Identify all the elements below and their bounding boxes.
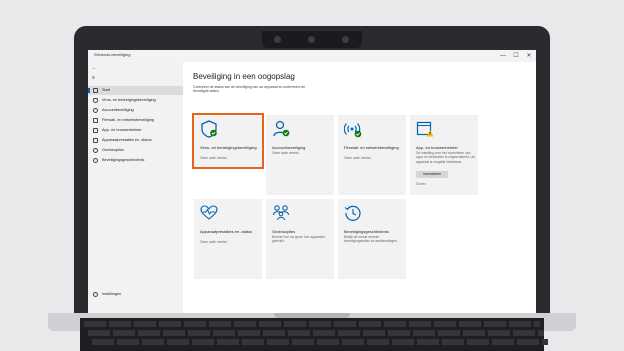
shield-icon [201,120,217,138]
sidebar-item-device[interactable]: Apparaatprestaties en -status [88,136,183,145]
sidebar-item-label: Firewall- en netwerkbeveiliging [102,118,154,122]
app-browser-icon [416,121,434,137]
tile-title: Firewall- en netwerkbeveiliging [344,145,399,150]
tile-title: Accountbeveiliging [272,145,306,150]
family-icon [93,148,98,153]
sidebar-item-start[interactable]: Start [88,86,183,95]
main-content: Beveiliging in een oogopslag Controleer … [183,62,536,313]
screen: Windows-beveiliging — ☐ ✕ ← ≡ Start Viru… [88,50,536,313]
key-row [88,330,544,336]
key-row [84,321,540,327]
tile-title: Virus- en bedreigingsbeveiliging [200,145,257,150]
shield-icon [93,98,98,103]
laptop-icon [93,138,98,143]
sidebar: ← ≡ Start Virus- en bedreigingsbeveiligi… [88,62,183,313]
sidebar-item-label: App- en browserbeheer [102,128,142,132]
history-icon [344,205,361,221]
tile-protection-history[interactable]: Beveiligingsgeschiedenis Bekijk de meest… [338,199,406,279]
heart-pulse-icon [200,205,218,220]
wifi-antenna-icon [93,118,98,123]
person-icon [273,120,290,137]
sidebar-item-account[interactable]: Accountbeveiliging [88,106,183,115]
sidebar-item-settings[interactable]: Instellingen [88,290,183,299]
back-arrow-icon[interactable]: ← [92,65,97,71]
key-row [92,339,548,345]
tile-account-protection[interactable]: Accountbeveiliging Geen actie vereist. [266,115,334,195]
tile-status: Geen actie vereist. [200,240,228,244]
camera-lens-icon [308,36,315,43]
camera-sensor-icon [274,36,281,43]
tile-virus-protection[interactable]: Virus- en bedreigingsbeveiliging Geen ac… [192,113,264,169]
sidebar-item-label: Apparaatprestaties en -status [102,138,152,142]
page-title: Beveiliging in een oogopslag [193,72,295,81]
minimize-button[interactable]: — [498,51,508,61]
sidebar-item-label: Beveiligingsgeschiedenis [102,158,145,162]
webcam-bar [262,31,362,48]
sidebar-item-firewall[interactable]: Firewall- en netwerkbeveiliging [88,116,183,125]
sidebar-item-app-browser[interactable]: App- en browserbeheer [88,126,183,135]
sidebar-item-history[interactable]: Beveiligingsgeschiedenis [88,156,183,165]
app-browser-icon [93,128,98,133]
tile-status: Geen actie vereist. [344,156,372,160]
tile-title: App- en browserbeheer [416,145,458,150]
close-button[interactable]: ✕ [524,51,534,61]
gear-icon [93,292,98,297]
tile-title: Gezinsopties [272,229,296,234]
sidebar-item-label: Start [102,88,111,92]
tile-app-browser[interactable]: App- en browserbeheer De instelling voor… [410,115,478,195]
family-icon [272,205,290,221]
window-titlebar: Windows-beveiliging — ☐ ✕ [88,50,536,62]
sidebar-item-label: Instellingen [102,292,122,296]
tile-status: Bekijk de meest recente beveiligingsacti… [344,235,398,244]
history-icon [93,158,98,163]
sidebar-item-label: Accountbeveiliging [102,108,134,112]
tile-status: Geen actie vereist. [272,151,300,155]
sidebar-item-family[interactable]: Gezinsopties [88,146,183,155]
tile-status: Beheer hoe uw gezin hun apparaten gebrui… [272,235,326,244]
page-intro: Controleer de status van de beveiliging … [193,85,306,94]
home-icon [93,88,98,93]
person-icon [93,108,98,113]
tile-title: Apparaatprestaties en -status [200,229,253,234]
dismiss-link[interactable]: Sluiten [416,182,426,186]
tile-status: De instelling voor het controleren van a… [416,151,476,164]
sidebar-item-label: Gezinsopties [102,148,124,152]
camera-sensor-icon [342,36,349,43]
tile-title: Beveiligingsgeschiedenis [344,229,389,234]
hamburger-menu-icon[interactable]: ≡ [92,75,95,81]
tile-status: Geen actie vereist. [200,156,228,160]
tile-firewall[interactable]: Firewall- en netwerkbeveiliging Geen act… [338,115,406,195]
wifi-antenna-icon [344,123,362,138]
window-title: Windows-beveiliging [94,52,131,57]
tile-family-options[interactable]: Gezinsopties Beheer hoe uw gezin hun app… [266,199,334,279]
sidebar-item-label: Virus- en bedreigingsbeveiliging [102,98,156,102]
sidebar-item-virus[interactable]: Virus- en bedreigingsbeveiliging [88,96,183,105]
maximize-button[interactable]: ☐ [511,51,521,61]
enable-button[interactable]: Inschakelen [416,171,448,178]
tile-device-performance[interactable]: Apparaatprestaties en -status Geen actie… [194,199,262,279]
keyboard [80,318,548,351]
